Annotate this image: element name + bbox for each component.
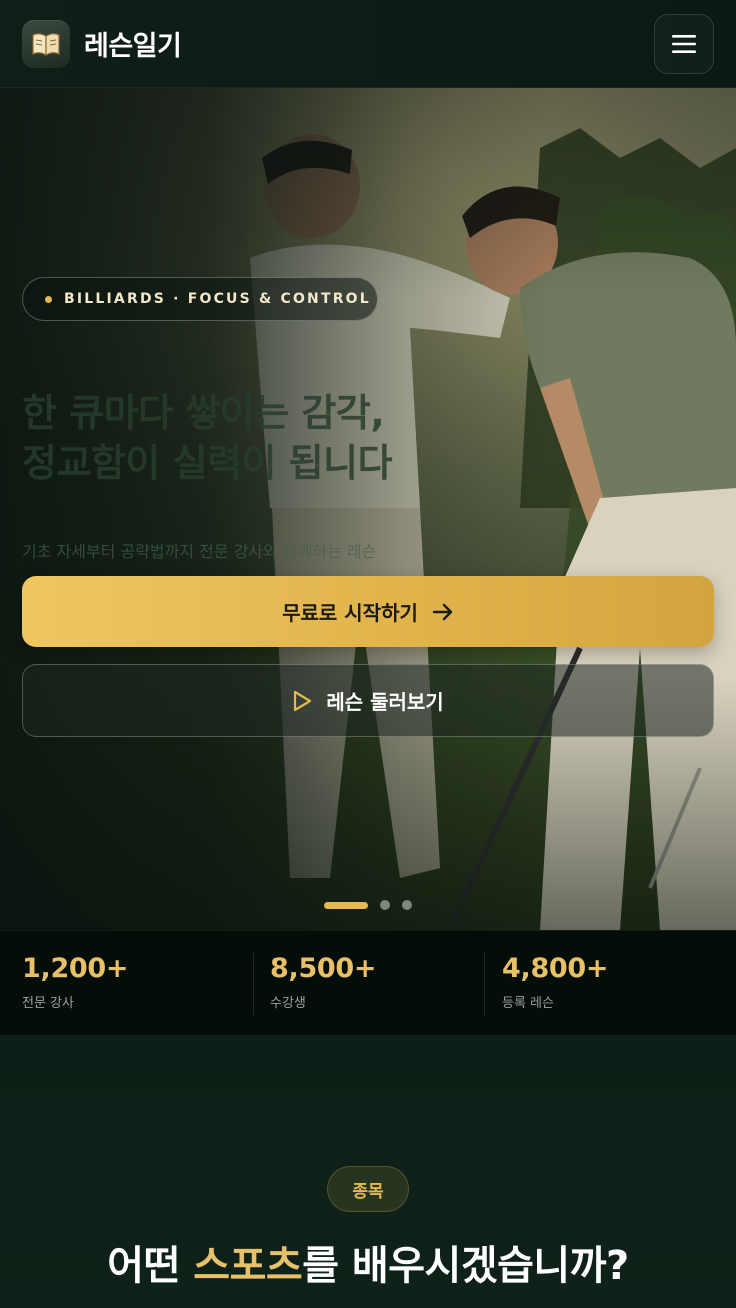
badge-text: BILLIARDS · FOCUS & CONTROL xyxy=(64,291,371,307)
hero-title-line1: 한 큐마다 쌓이는 감각, xyxy=(22,391,385,435)
stat-instructors: 1,200+ 전문 강사 xyxy=(22,953,129,1011)
stat-students: 8,500+ 수강생 xyxy=(270,953,377,1011)
carousel-dot-2[interactable] xyxy=(380,900,390,910)
carousel-dot-1[interactable] xyxy=(324,901,368,909)
badge-dot-icon xyxy=(45,295,52,303)
section-pill-label: 종목 xyxy=(327,1166,409,1212)
section-title-before: 어떤 xyxy=(107,1243,194,1289)
hero-subtitle: 기초 자세부터 공략법까지 전문 강사와 함께하는 레슨 xyxy=(22,542,377,561)
hero-carousel: BILLIARDS · FOCUS & CONTROL 한 큐마다 쌓이는 감각… xyxy=(0,88,736,930)
hero-title-line2: 정교함이 실력이 됩니다 xyxy=(22,441,393,485)
stat-label: 등록 레슨 xyxy=(502,996,554,1011)
start-free-label: 무료로 시작하기 xyxy=(282,601,418,625)
hero-title: 한 큐마다 쌓이는 감각, 정교함이 실력이 됩니다 xyxy=(22,388,542,488)
section-title-highlight: 스포츠 xyxy=(193,1243,303,1289)
menu-button[interactable] xyxy=(654,14,714,74)
carousel-indicators xyxy=(324,900,412,910)
top-navigation-bar: 레슨일기 xyxy=(0,0,736,88)
brand-name[interactable]: 레슨일기 xyxy=(84,24,182,63)
book-icon[interactable] xyxy=(22,19,70,68)
stat-label: 수강생 xyxy=(270,996,306,1011)
sports-section: 종목 어떤 스포츠를 배우시겠습니까? xyxy=(0,1035,736,1308)
hero-image-overlay xyxy=(0,88,736,930)
browse-lessons-label: 레슨 둘러보기 xyxy=(326,690,444,714)
hamburger-menu-icon xyxy=(672,35,696,53)
stat-divider xyxy=(253,953,254,1015)
stats-bar: 1,200+ 전문 강사 8,500+ 수강생 4,800+ 등록 레슨 xyxy=(0,930,736,1035)
start-free-button[interactable]: 무료로 시작하기 xyxy=(22,576,714,647)
arrow-right-icon xyxy=(432,602,454,622)
stat-divider xyxy=(484,953,485,1015)
stat-value: 8,500+ xyxy=(270,953,377,984)
stat-value: 1,200+ xyxy=(22,953,129,984)
stat-lessons: 4,800+ 등록 레슨 xyxy=(502,953,609,1011)
stat-value: 4,800+ xyxy=(502,953,609,984)
section-title: 어떤 스포츠를 배우시겠습니까? xyxy=(0,1233,736,1291)
carousel-dot-3[interactable] xyxy=(402,900,412,910)
play-icon xyxy=(292,690,312,712)
section-title-after: 를 배우시겠습니까? xyxy=(302,1243,629,1289)
sport-tagline-badge: BILLIARDS · FOCUS & CONTROL xyxy=(22,277,378,321)
stat-label: 전문 강사 xyxy=(22,996,74,1011)
browse-lessons-button[interactable]: 레슨 둘러보기 xyxy=(22,664,714,737)
